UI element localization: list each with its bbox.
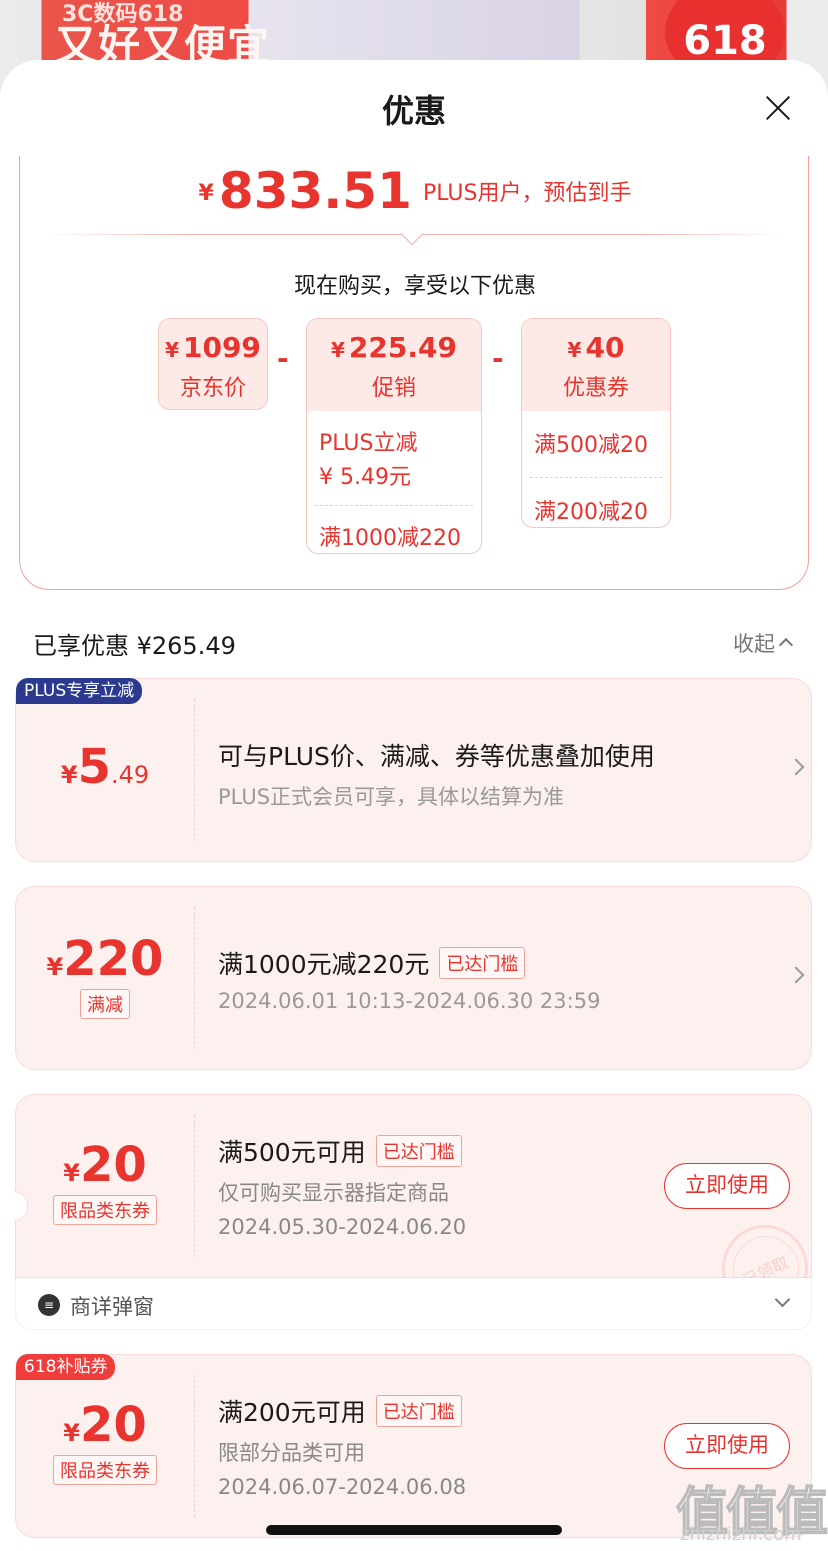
promo-currency: ¥	[331, 338, 345, 362]
full-reduction-card[interactable]: ¥220 满减 满1000元减220元 已达门槛 2024.06.01 10:13…	[15, 886, 812, 1070]
card-amount-decimal: .49	[110, 761, 150, 789]
coupon-item-500: 满500减20	[534, 433, 648, 458]
reach-threshold-tag: 已达门槛	[375, 1135, 462, 1167]
home-indicator[interactable]	[266, 1525, 562, 1535]
reach-threshold-tag: 已达门槛	[439, 947, 526, 979]
coupon-500-card: ¥20 限品类东券 满500元可用 已达门槛 仅可购买显示器指定商品 2024.0…	[14, 1094, 812, 1311]
promo-item-plus: PLUS立减	[319, 431, 418, 456]
reach-threshold-tag: 已达门槛	[375, 1395, 462, 1427]
card-divider	[194, 699, 195, 841]
detail-popup-icon: ≡	[38, 1294, 60, 1316]
card-validity: 2024.06.01 10:13-2024.06.30 23:59	[218, 989, 601, 1013]
promo-box: ¥225.49 促销 PLUS立减 ¥ 5.49元 满1000减220	[306, 318, 482, 554]
card-currency: ¥	[60, 761, 78, 789]
coupon-label: 优惠券	[562, 376, 629, 401]
jd-price-currency: ¥	[165, 338, 179, 362]
buy-now-text: 现在购买，享受以下优惠	[293, 274, 536, 299]
card-amount-area: ¥220 满减	[16, 887, 194, 1069]
card-divider	[194, 907, 195, 1049]
chevron-right-icon[interactable]	[787, 966, 805, 984]
card-type-tag: 限品类东券	[53, 1195, 157, 1225]
promo-item-plus-amount: ¥ 5.49元	[319, 465, 411, 490]
chevron-down-icon[interactable]	[774, 1291, 791, 1308]
use-now-button[interactable]: 立即使用	[664, 1163, 790, 1209]
card-type-tag: 限品类东券	[53, 1455, 157, 1485]
promo-label: 促销	[371, 376, 416, 401]
card-amount-area: ¥20 限品类东券	[16, 1095, 194, 1277]
jd-price-amount: 1099	[182, 331, 261, 364]
price-note: PLUS用户，预估到手	[422, 181, 632, 206]
card-divider	[194, 1115, 195, 1257]
jd-price-box: ¥1099 京东价	[158, 318, 268, 410]
card-currency: ¥	[63, 1159, 80, 1187]
chevron-up-icon	[778, 637, 794, 653]
chevron-right-icon[interactable]	[787, 758, 805, 776]
card-amount-area: ¥5.49	[16, 679, 194, 861]
divider-notch	[400, 222, 424, 246]
promo-amount: 225.49	[348, 331, 457, 364]
plus-discount-card[interactable]: PLUS专享立减 ¥5.49 可与PLUS价、满减、券等优惠叠加使用 PLUS正…	[15, 678, 812, 862]
card-title: 可与PLUS价、满减、券等优惠叠加使用	[218, 742, 655, 771]
collapse-label: 收起	[733, 632, 775, 656]
price-summary-card: ¥ 833.51 PLUS用户，预估到手 现在购买，享受以下优惠 ¥1099 京…	[19, 156, 809, 590]
card-subtitle: PLUS正式会员可享，具体以结算为准	[218, 785, 565, 809]
jd-price-label: 京东价	[179, 376, 246, 401]
detail-popup-label: 商详弹窗	[70, 1295, 154, 1319]
enjoyed-discount-title: 已享优惠 ¥265.49	[33, 632, 236, 660]
watermark-site: zhizhizhi.com	[680, 1524, 802, 1545]
card-amount-area: ¥20 限品类东券	[16, 1355, 194, 1537]
use-now-button[interactable]: 立即使用	[664, 1423, 790, 1469]
card-subtitle: 限部分品类可用	[218, 1441, 365, 1465]
discount-sheet: 优惠 ¥ 833.51 PLUS用户，预估到手 现在购买，享受以下优惠 ¥109…	[0, 60, 828, 1551]
card-amount: 20	[79, 1397, 147, 1453]
card-validity: 2024.05.30-2024.06.20	[218, 1215, 467, 1239]
minus-sign: -	[492, 342, 504, 375]
card-currency: ¥	[63, 1419, 80, 1447]
minus-sign: -	[277, 342, 289, 375]
collapse-button[interactable]: 收起	[733, 628, 794, 658]
card-amount: 5	[77, 739, 111, 795]
final-price: 833.51	[218, 162, 412, 220]
detail-popup-row[interactable]: ≡ 商详弹窗	[15, 1278, 812, 1330]
close-icon[interactable]	[760, 90, 796, 126]
card-title-row: 满200元可用 已达门槛	[218, 1393, 462, 1429]
final-price-row: ¥ 833.51 PLUS用户，预估到手	[20, 162, 810, 220]
coupon-currency: ¥	[567, 338, 582, 362]
card-divider	[194, 1375, 195, 1517]
card-amount: 220	[63, 931, 164, 987]
promo-item-fullcut: 满1000减220	[319, 526, 461, 551]
coupon-amount: 40	[585, 331, 625, 364]
coupon-box: ¥40 优惠券 满500减20 满200减20	[521, 318, 671, 528]
price-currency: ¥	[198, 181, 214, 206]
card-amount: 20	[79, 1137, 147, 1193]
card-type-tag: 满减	[80, 989, 130, 1019]
card-currency: ¥	[46, 953, 64, 981]
card-subtitle: 仅可购买显示器指定商品	[218, 1181, 449, 1205]
coupon-item-200: 满200减20	[534, 500, 648, 525]
card-title: 满1000元减220元	[218, 950, 430, 979]
card-title-row: 满1000元减220元 已达门槛	[218, 945, 526, 981]
sheet-title: 优惠	[381, 92, 446, 130]
card-title: 满200元可用	[218, 1398, 366, 1427]
card-title: 满500元可用	[218, 1138, 366, 1167]
card-title-row: 满500元可用 已达门槛	[218, 1133, 462, 1169]
card-validity: 2024.06.07-2024.06.08	[218, 1475, 467, 1499]
